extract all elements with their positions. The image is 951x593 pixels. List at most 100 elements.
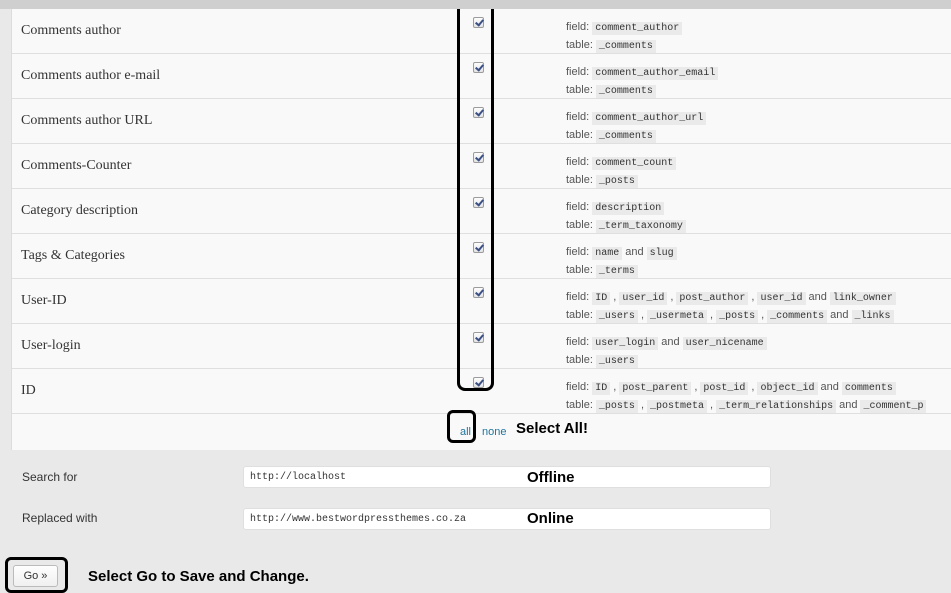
field-name: user_login (592, 337, 659, 350)
table-name: _comments (767, 310, 828, 323)
table-label: table: (566, 129, 593, 141)
field-name: post_id (700, 382, 749, 395)
field-label: field: (566, 201, 590, 213)
table-line: table: _comments (566, 127, 706, 145)
table-label: table: (566, 354, 593, 366)
field-line: field: ID, user_id, post_author, user_id and l… (566, 289, 896, 307)
annotation-select-all: Select All! (516, 420, 588, 437)
table-line: table: _comments (566, 82, 718, 100)
field-name: comment_author_email (592, 67, 719, 80)
row-label: Comments author URL (21, 113, 153, 128)
table-line: table: _comments (566, 37, 682, 55)
table-name: _usermeta (647, 310, 708, 323)
and-word: and (820, 381, 839, 393)
table-name: _links (851, 310, 894, 323)
field-name: comment_author (592, 22, 683, 35)
field-name: description (592, 202, 665, 215)
table-name: _users (595, 355, 638, 368)
annotation-all-link-highlight (447, 410, 476, 443)
list-separator: , (613, 291, 617, 303)
field-info: field: comment_author_url table: _comments (566, 109, 707, 145)
table-name: _comments (595, 85, 656, 98)
table-name: _users (595, 310, 638, 323)
field-name: comment_author_url (592, 112, 707, 125)
row-label: Comments author e-mail (21, 68, 161, 83)
table-label: table: (566, 84, 593, 96)
annotation-checkbox-column-highlight (457, 9, 494, 391)
table-label: table: (566, 264, 593, 276)
row-label: User-ID (21, 293, 67, 308)
field-name: ID (592, 292, 611, 305)
row-label: User-login (21, 338, 81, 353)
row-label: Tags & Categories (21, 248, 125, 263)
list-separator: , (670, 291, 674, 303)
table-line: table: _term_taxonomy (566, 217, 686, 235)
field-label: field: (566, 21, 590, 33)
field-name: slug (646, 247, 677, 260)
field-label: field: (566, 246, 590, 258)
field-name: object_id (757, 382, 818, 395)
table-name: _posts (716, 310, 759, 323)
field-line: field: comment_author_url (566, 109, 707, 127)
field-label: field: (566, 156, 590, 168)
field-info: field: ID, user_id, post_author, user_id and l… (566, 289, 896, 325)
field-info: field: comment_count table: _posts (566, 154, 677, 190)
field-name: name (592, 247, 623, 260)
table-label: table: (566, 399, 593, 411)
table-line: table: _users (566, 352, 767, 370)
table-name: _posts (595, 175, 638, 188)
annotation-go-note: Select Go to Save and Change. (88, 568, 309, 585)
list-separator: , (640, 309, 644, 321)
replaced-with-input[interactable]: http://www.bestwordpressthemes.co.za (243, 508, 771, 530)
field-line: field: description (566, 199, 686, 217)
list-separator: , (694, 381, 698, 393)
selection-bar: all none (12, 414, 951, 450)
search-for-label: Search for (22, 470, 78, 484)
field-name: user_id (619, 292, 668, 305)
field-line: field: name and slug (566, 244, 677, 262)
list-separator: , (751, 381, 755, 393)
list-separator: , (640, 399, 644, 411)
field-line: field: comment_count (566, 154, 677, 172)
top-strip (0, 0, 951, 9)
table-line: table: _posts, _postmeta, _term_relationshi… (566, 397, 927, 415)
field-name: user_nicename (682, 337, 767, 350)
list-separator: , (710, 399, 714, 411)
select-none-link[interactable]: none (482, 426, 506, 438)
field-label: field: (566, 111, 590, 123)
field-name: comment_count (592, 157, 677, 170)
field-info: field: user_login and user_nicename table: _u… (566, 334, 767, 370)
table-name: _term_taxonomy (595, 220, 686, 233)
replaced-with-value: http://www.bestwordpressthemes.co.za (250, 514, 467, 525)
table-label: table: (566, 219, 593, 231)
field-name: comments (841, 382, 896, 395)
list-separator: , (710, 309, 714, 321)
annotation-online: Online (527, 510, 574, 527)
table-name: _comments (595, 40, 656, 53)
table-name: _postmeta (647, 400, 708, 413)
field-line: field: comment_author (566, 19, 683, 37)
table-line: table: _posts (566, 172, 676, 190)
field-name: user_id (757, 292, 806, 305)
and-word: and (830, 309, 849, 321)
table-line: table: _terms (566, 262, 677, 280)
field-info: field: comment_author table: _comments (566, 19, 683, 55)
field-label: field: (566, 291, 590, 303)
field-line: field: comment_author_email (566, 64, 719, 82)
field-name: ID (592, 382, 611, 395)
field-label: field: (566, 336, 590, 348)
table-name: _comments (595, 130, 656, 143)
and-word: and (808, 291, 827, 303)
table-name: _terms (595, 265, 638, 278)
table-line: table: _users, _usermeta, _posts, _comments a… (566, 307, 896, 325)
annotation-go-button-highlight (5, 557, 68, 593)
field-info: field: ID, post_parent, post_id, object_id an… (566, 379, 927, 415)
row-label: Comments-Counter (21, 158, 132, 173)
search-for-input[interactable]: http://localhost (243, 466, 771, 488)
field-line: field: ID, post_parent, post_id, object_id an… (566, 379, 926, 397)
table-name: _comment_p (860, 400, 927, 413)
replaced-with-label: Replaced with (22, 511, 98, 525)
table-name: _term_relationships (716, 400, 837, 413)
row-label: Comments author (21, 23, 121, 38)
and-word: and (625, 246, 644, 258)
